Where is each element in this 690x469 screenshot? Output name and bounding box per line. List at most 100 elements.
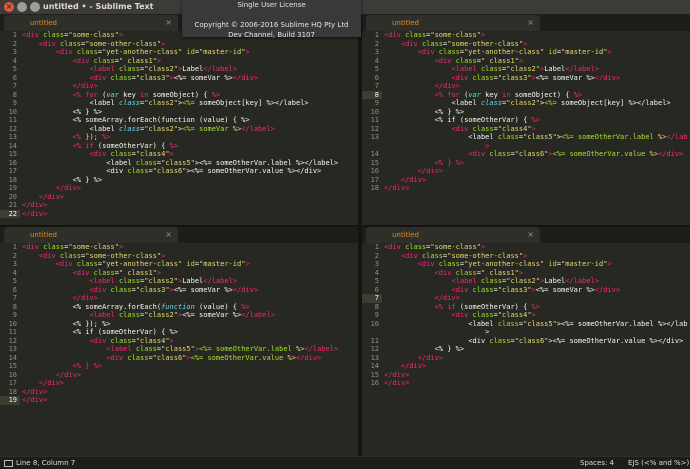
code-line[interactable]: <div class="class4">: [384, 125, 688, 134]
code-line[interactable]: <div class="some-other-class">: [384, 252, 688, 261]
code-line[interactable]: <% } %>: [384, 108, 688, 117]
code-line[interactable]: <div class="class6"><%= someOtherVar.val…: [22, 167, 356, 176]
code-line[interactable]: </div>: [22, 388, 356, 397]
code-area[interactable]: <div class="some-class"> <div class="som…: [22, 31, 356, 225]
code-line[interactable]: <div class="some-other-class">: [22, 40, 356, 49]
code-line[interactable]: </div>: [384, 294, 688, 303]
code-area[interactable]: <div class="some-class"> <div class="som…: [384, 31, 688, 225]
code-line[interactable]: <label class="class2"><%= someObject[key…: [384, 99, 688, 108]
indentation-setting[interactable]: Spaces: 4: [580, 457, 614, 469]
code-line[interactable]: <div class="yet-another-class" id="maste…: [22, 260, 356, 269]
tab-untitled[interactable]: untitled ×: [4, 15, 178, 31]
syntax-selector[interactable]: EJS (<% and %>): [628, 457, 689, 469]
code-line[interactable]: <% someArray.forEach(function (value) { …: [22, 116, 356, 125]
code-line[interactable]: </div>: [384, 82, 688, 91]
code-line[interactable]: <% } %>: [22, 362, 356, 371]
code-line[interactable]: <label class="class2">Label</label>: [384, 277, 688, 286]
code-line[interactable]: <div class="class3"><%= someVar %></div>: [384, 286, 688, 295]
editor-pane-bottom-left[interactable]: untitled × 1 2 3 4 5 6 7 8 9 10 11 12 13 14 15 16 17 18 19…: [0, 227, 358, 456]
code-line[interactable]: <% someArray.forEach(function (value) { …: [22, 303, 356, 312]
tab-untitled[interactable]: untitled ×: [366, 15, 540, 31]
code-line[interactable]: </div>: [384, 362, 688, 371]
editor-pane-top-right[interactable]: untitled × 1 2 3 4 5 6 7 8 9 10 11 12 13 14 15 16 17 18 <…: [362, 15, 690, 225]
code-line[interactable]: <label class="class5"><%= someOtherVar.l…: [384, 320, 688, 329]
close-window-button[interactable]: ×: [4, 2, 14, 12]
code-line[interactable]: <div class=" class1">: [22, 269, 356, 278]
code-line[interactable]: <% } %>: [22, 108, 356, 117]
code-line[interactable]: <div class="yet-another-class" id="maste…: [22, 48, 356, 57]
code-area[interactable]: <div class="some-class"> <div class="som…: [384, 243, 688, 456]
code-line[interactable]: </div>: [22, 201, 356, 210]
code-line[interactable]: <div class="class4">: [384, 311, 688, 320]
code-line[interactable]: <div class="class6"><%= someOtherVar.val…: [22, 354, 356, 363]
code-line[interactable]: <div class="class3"><%= someVar %></div>: [22, 74, 356, 83]
code-line[interactable]: <% if (someOtherVar) { %>: [22, 328, 356, 337]
code-line[interactable]: <% }); %>: [22, 133, 356, 142]
close-icon[interactable]: ×: [165, 18, 172, 28]
code-line[interactable]: <% for (var key in someObject) { %>: [22, 91, 356, 100]
code-line[interactable]: </div>: [22, 396, 356, 405]
code-line[interactable]: <label class="class2"><%= someVar %></la…: [22, 311, 356, 320]
minimize-window-button[interactable]: [17, 2, 27, 12]
code-line[interactable]: <label class="class2">Label</label>: [22, 277, 356, 286]
code-line[interactable]: <div class="class6"><%= someOtherVar.val…: [384, 337, 688, 346]
close-icon[interactable]: ×: [527, 230, 534, 240]
horizontal-split-divider[interactable]: [0, 225, 690, 227]
close-icon[interactable]: ×: [165, 230, 172, 240]
code-line[interactable]: <% } %>: [22, 176, 356, 185]
tab-untitled[interactable]: untitled ×: [366, 227, 540, 243]
code-line[interactable]: <div class=" class1">: [384, 269, 688, 278]
code-line[interactable]: <% if (someOtherVar) { %>: [384, 303, 688, 312]
code-line[interactable]: </div>: [22, 371, 356, 380]
editor-pane-top-left[interactable]: untitled × 1 2 3 4 5 6 7 8 9 10 11 12 13 14 15 16 17 18 19…: [0, 15, 358, 225]
editor-pane-bottom-right[interactable]: untitled × 1 2 3 4 5 6 7 8 9 10 11 12 13 14 15 16 <div …: [362, 227, 690, 456]
close-icon[interactable]: ×: [527, 18, 534, 28]
code-line[interactable]: </div>: [384, 371, 688, 380]
code-line[interactable]: <% }); %>: [22, 320, 356, 329]
code-line[interactable]: <div class="yet-another-class" id="maste…: [384, 48, 688, 57]
code-line[interactable]: >: [384, 328, 688, 337]
code-line[interactable]: <div class="class4">: [22, 337, 356, 346]
vertical-split-divider[interactable]: [358, 15, 362, 456]
code-line[interactable]: </div>: [22, 82, 356, 91]
code-line[interactable]: <div class="class6"><%= someOtherVar.val…: [384, 150, 688, 159]
code-line[interactable]: <label class="class2"><%= someVar %></la…: [22, 125, 356, 134]
code-line[interactable]: <% for (var key in someObject) { %>: [384, 91, 688, 100]
code-line[interactable]: </div>: [22, 193, 356, 202]
code-line[interactable]: <div class="some-class">: [384, 243, 688, 252]
code-line[interactable]: </div>: [384, 176, 688, 185]
code-line[interactable]: <% if (someOtherVar) { %>: [384, 116, 688, 125]
code-line[interactable]: </div>: [384, 379, 688, 388]
maximize-window-button[interactable]: [30, 2, 40, 12]
code-line[interactable]: <% } %>: [384, 345, 688, 354]
code-line[interactable]: </div>: [22, 184, 356, 193]
code-line[interactable]: <% if (someOtherVar) { %>: [22, 142, 356, 151]
code-line[interactable]: >: [384, 142, 688, 151]
code-line[interactable]: <div class="class4">: [22, 150, 356, 159]
code-line[interactable]: <div class=" class1">: [384, 57, 688, 66]
code-line[interactable]: </div>: [22, 294, 356, 303]
tab-untitled[interactable]: untitled ×: [4, 227, 178, 243]
code-line[interactable]: <label class="class2"><%= someObject[key…: [22, 99, 356, 108]
code-line[interactable]: <label class="class5"><%= someOtherVar.l…: [22, 159, 356, 168]
code-line[interactable]: <label class="class2">Label</label>: [384, 65, 688, 74]
code-line[interactable]: <label class="class2">Label</label>: [22, 65, 356, 74]
code-line[interactable]: <div class="some-other-class">: [384, 40, 688, 49]
code-line[interactable]: <label class="class5"><%= someOtherVar.l…: [22, 345, 356, 354]
panel-switcher-icon[interactable]: [4, 460, 13, 467]
code-line[interactable]: </div>: [384, 354, 688, 363]
code-area[interactable]: <div class="some-class"> <div class="som…: [22, 243, 356, 456]
code-line[interactable]: </div>: [22, 379, 356, 388]
code-line[interactable]: </div>: [384, 167, 688, 176]
code-line[interactable]: </div>: [22, 210, 356, 219]
code-line[interactable]: <div class="some-other-class">: [22, 252, 356, 261]
code-line[interactable]: <div class="class3"><%= someVar %></div>: [384, 74, 688, 83]
code-line[interactable]: <div class=" class1">: [22, 57, 356, 66]
code-line[interactable]: <% } %>: [384, 159, 688, 168]
code-line[interactable]: <div class="yet-another-class" id="maste…: [384, 260, 688, 269]
code-line[interactable]: </div>: [384, 184, 688, 193]
code-line[interactable]: <div class="some-class">: [22, 243, 356, 252]
code-line[interactable]: <div class="some-class">: [384, 31, 688, 40]
code-line[interactable]: <div class="class3"><%= someVar %></div>: [22, 286, 356, 295]
code-line[interactable]: <label class="class5"><%= someOtherVar.l…: [384, 133, 688, 142]
